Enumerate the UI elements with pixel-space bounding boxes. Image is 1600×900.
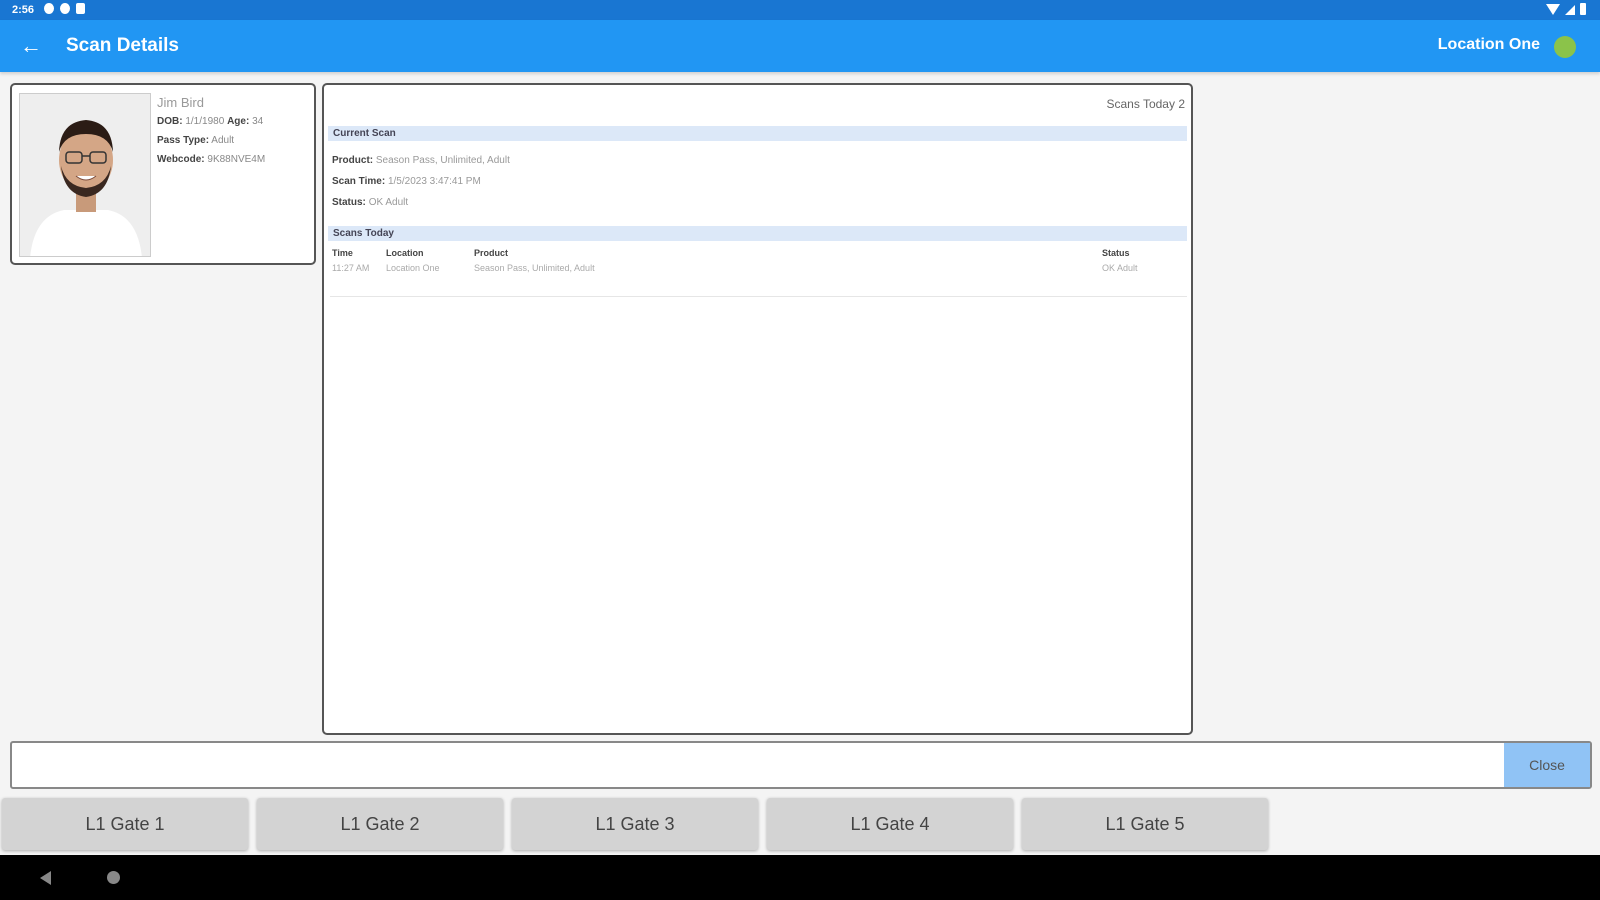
battery-icon bbox=[1580, 3, 1586, 15]
person-info: Jim Bird DOB: 1/1/1980 Age: 34 Pass Type… bbox=[157, 95, 265, 173]
wifi-icon bbox=[1546, 4, 1560, 15]
person-photo bbox=[19, 93, 151, 257]
back-arrow-icon[interactable]: ← bbox=[18, 33, 44, 59]
row-divider bbox=[330, 296, 1187, 297]
page-title: Scan Details bbox=[66, 35, 179, 56]
scan-input[interactable] bbox=[12, 743, 1502, 787]
pass-type-row: Pass Type: Adult bbox=[157, 135, 265, 146]
status-value: OK Adult bbox=[368, 197, 409, 208]
webcode-value: 9K88NVE4M bbox=[207, 154, 266, 165]
person-name: Jim Bird bbox=[157, 95, 204, 110]
app-bar: ← Scan Details Location One bbox=[0, 20, 1600, 72]
status-bar: 2:56 bbox=[0, 0, 1600, 20]
product-value: Season Pass, Unlimited, Adult bbox=[375, 155, 510, 166]
location-name[interactable]: Location One bbox=[1438, 36, 1540, 54]
product-field: Product: Season Pass, Unlimited, Adult bbox=[332, 155, 510, 166]
status-label: Status: bbox=[332, 197, 366, 208]
scan-time-label: Scan Time: bbox=[332, 176, 386, 187]
nav-home-icon[interactable] bbox=[107, 871, 120, 884]
scan-detail-card: Scans Today 2 Current Scan Product: Seas… bbox=[322, 83, 1193, 735]
product-label: Product: bbox=[332, 155, 374, 166]
scan-time-field: Scan Time: 1/5/2023 3:47:41 PM bbox=[332, 176, 481, 187]
dob-row: DOB: 1/1/1980 Age: 34 bbox=[157, 116, 265, 127]
person-card: Jim Bird DOB: 1/1/1980 Age: 34 Pass Type… bbox=[10, 83, 316, 265]
scan-time-value: 1/5/2023 3:47:41 PM bbox=[387, 176, 481, 187]
scans-today-label: Scans Today bbox=[1106, 97, 1175, 111]
pass-type-value: Adult bbox=[211, 135, 235, 146]
age-label: Age: bbox=[227, 116, 250, 127]
scans-today-header: Scans Today bbox=[328, 226, 1187, 241]
column-header-time: Time bbox=[332, 248, 353, 258]
gate-4-button[interactable]: L1 Gate 4 bbox=[767, 798, 1013, 850]
gate-5-button[interactable]: L1 Gate 5 bbox=[1022, 798, 1268, 850]
scans-today-value: 2 bbox=[1178, 97, 1185, 111]
scans-today-count: Scans Today 2 bbox=[1106, 97, 1185, 111]
age-value: 34 bbox=[252, 116, 264, 127]
status-time: 2:56 bbox=[12, 4, 35, 16]
person-photo-image bbox=[20, 94, 150, 256]
row-status: OK Adult bbox=[1102, 263, 1138, 273]
column-header-location: Location bbox=[386, 248, 424, 258]
settings-notification-icon bbox=[60, 3, 70, 14]
gate-2-button[interactable]: L1 Gate 2 bbox=[257, 798, 503, 850]
signal-icon bbox=[1565, 5, 1575, 15]
close-button[interactable]: Close bbox=[1504, 743, 1590, 787]
pass-type-label: Pass Type: bbox=[157, 135, 210, 146]
dob-value: 1/1/1980 bbox=[185, 116, 225, 127]
row-product: Season Pass, Unlimited, Adult bbox=[474, 263, 595, 273]
webcode-label: Webcode: bbox=[157, 154, 205, 165]
scan-input-bar: Close bbox=[10, 741, 1592, 789]
column-header-product: Product bbox=[474, 248, 509, 258]
dob-label: DOB: bbox=[157, 116, 183, 127]
connection-status-indicator bbox=[1554, 36, 1576, 58]
settings-notification-icon bbox=[44, 3, 54, 14]
current-scan-header: Current Scan bbox=[328, 126, 1187, 141]
system-navigation-bar bbox=[0, 855, 1600, 900]
row-location: Location One bbox=[386, 263, 440, 273]
gate-buttons: L1 Gate 1 L1 Gate 2 L1 Gate 3 L1 Gate 4 … bbox=[2, 798, 1268, 850]
gate-1-button[interactable]: L1 Gate 1 bbox=[2, 798, 248, 850]
sd-card-icon bbox=[76, 3, 85, 14]
nav-back-icon[interactable] bbox=[40, 871, 51, 885]
webcode-row: Webcode: 9K88NVE4M bbox=[157, 154, 265, 165]
gate-3-button[interactable]: L1 Gate 3 bbox=[512, 798, 758, 850]
status-field: Status: OK Adult bbox=[332, 197, 408, 208]
system-icons bbox=[1546, 3, 1586, 15]
row-time: 11:27 AM bbox=[332, 263, 370, 273]
notification-icons bbox=[44, 3, 85, 14]
column-header-status: Status bbox=[1102, 248, 1130, 258]
